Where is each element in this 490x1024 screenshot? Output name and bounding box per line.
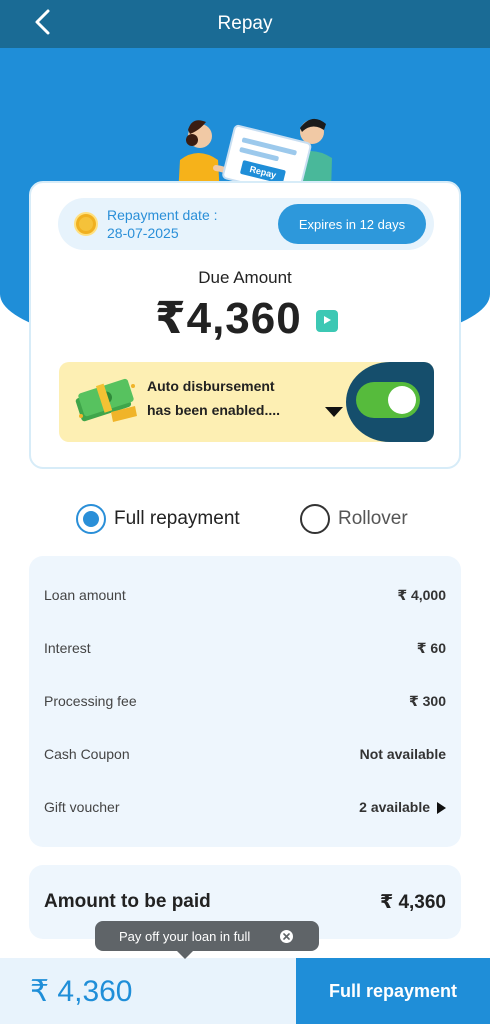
cash-coupon-value: Not available bbox=[359, 746, 446, 762]
tooltip: Pay off your loan in full bbox=[95, 921, 319, 959]
auto-disbursement-text-line2: has been enabled.... bbox=[147, 402, 281, 418]
coin-icon bbox=[74, 212, 98, 236]
bottom-action-bar: ₹ 4,360 Full repayment bbox=[0, 958, 490, 1024]
bottom-amount-area: ₹ 4,360 bbox=[0, 958, 296, 1024]
breakdown-row-interest: Interest ₹ 60 bbox=[44, 640, 446, 664]
auto-disbursement-text-line1: Auto disbursement bbox=[147, 378, 275, 394]
tooltip-text: Pay off your loan in full bbox=[119, 929, 251, 944]
radio-unchecked-icon bbox=[300, 504, 330, 534]
expires-badge: Expires in 12 days bbox=[278, 204, 426, 244]
top-app-bar: Repay bbox=[0, 0, 490, 48]
rollover-option[interactable]: Rollover bbox=[300, 502, 408, 536]
toggle-knob bbox=[388, 386, 416, 414]
amount-info-button[interactable] bbox=[316, 310, 338, 332]
processing-fee-label: Processing fee bbox=[44, 693, 137, 709]
toggle-container bbox=[346, 362, 434, 442]
tooltip-arrow bbox=[177, 951, 193, 959]
rollover-label: Rollover bbox=[338, 508, 408, 529]
radio-checked-icon bbox=[76, 504, 106, 534]
gift-voucher-link[interactable]: 2 available bbox=[359, 799, 446, 815]
repayment-date-pill: Repayment date : 28-07-2025 Expires in 1… bbox=[58, 198, 434, 250]
full-repayment-label: Full repayment bbox=[114, 508, 240, 529]
auto-disbursement-notice: Auto disbursement has been enabled.... bbox=[59, 362, 434, 442]
breakdown-row-gift-voucher[interactable]: Gift voucher 2 available bbox=[44, 799, 446, 823]
full-repayment-option[interactable]: Full repayment bbox=[76, 502, 240, 536]
amount-to-pay-value: ₹ 4,360 bbox=[379, 892, 446, 913]
amount-to-pay-label: Amount to be paid bbox=[44, 891, 211, 912]
interest-value: ₹ 60 bbox=[416, 640, 446, 656]
auto-disbursement-toggle[interactable] bbox=[356, 382, 420, 418]
interest-label: Interest bbox=[44, 640, 91, 656]
close-icon[interactable] bbox=[280, 930, 293, 943]
due-amount-label: Due Amount bbox=[198, 268, 292, 287]
loan-amount-value: ₹ 4,000 bbox=[397, 587, 446, 603]
repayment-date-label: Repayment date : bbox=[107, 207, 218, 223]
breakdown-row-processing-fee: Processing fee ₹ 300 bbox=[44, 693, 446, 717]
breakdown-row-cash-coupon: Cash Coupon Not available bbox=[44, 746, 446, 770]
play-icon bbox=[322, 312, 332, 330]
gift-voucher-value: 2 available bbox=[359, 799, 430, 815]
loan-amount-label: Loan amount bbox=[44, 587, 126, 603]
full-repayment-button[interactable]: Full repayment bbox=[296, 958, 490, 1024]
breakdown-row-loan-amount: Loan amount ₹ 4,000 bbox=[44, 587, 446, 611]
bottom-amount: ₹ 4,360 bbox=[30, 975, 133, 1008]
payment-breakdown: Loan amount ₹ 4,000 Interest ₹ 60 Proces… bbox=[29, 556, 461, 847]
repayment-summary-card: Repayment date : 28-07-2025 Expires in 1… bbox=[29, 181, 461, 469]
due-amount-value: ₹4,360 bbox=[155, 294, 302, 343]
processing-fee-value: ₹ 300 bbox=[409, 693, 446, 709]
gift-voucher-label: Gift voucher bbox=[44, 799, 120, 815]
expand-caret-icon[interactable] bbox=[325, 407, 343, 417]
page-title: Repay bbox=[217, 13, 273, 34]
cash-coupon-label: Cash Coupon bbox=[44, 746, 130, 762]
repayment-date-value: 28-07-2025 bbox=[107, 225, 179, 241]
triangle-right-icon bbox=[437, 802, 446, 814]
money-stack-icon bbox=[71, 376, 139, 426]
